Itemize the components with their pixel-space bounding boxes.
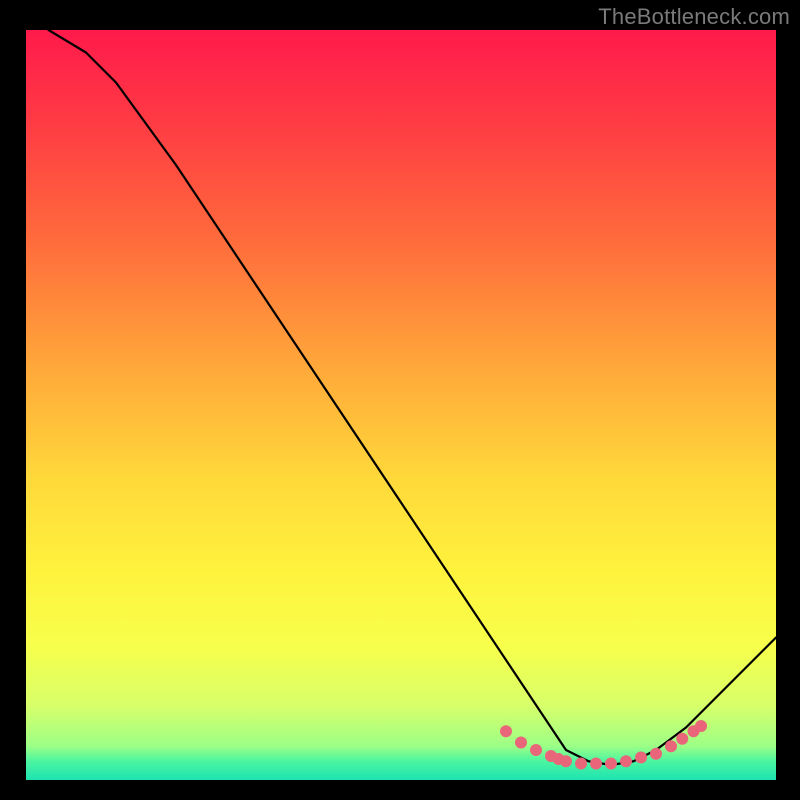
- marker-dot: [620, 755, 632, 767]
- marker-dot: [695, 720, 707, 732]
- marker-dot: [665, 740, 677, 752]
- marker-dot: [605, 758, 617, 770]
- marker-dot: [575, 758, 587, 770]
- marker-dot: [590, 758, 602, 770]
- watermark-text: TheBottleneck.com: [598, 4, 790, 30]
- marker-dot: [676, 733, 688, 745]
- marker-dot: [650, 748, 662, 760]
- marker-dot: [530, 744, 542, 756]
- marker-dot: [560, 755, 572, 767]
- chart-svg: [0, 0, 800, 800]
- plot-background: [26, 30, 776, 780]
- marker-dot: [635, 752, 647, 764]
- marker-dot: [500, 725, 512, 737]
- marker-dot: [515, 737, 527, 749]
- chart-frame: TheBottleneck.com: [0, 0, 800, 800]
